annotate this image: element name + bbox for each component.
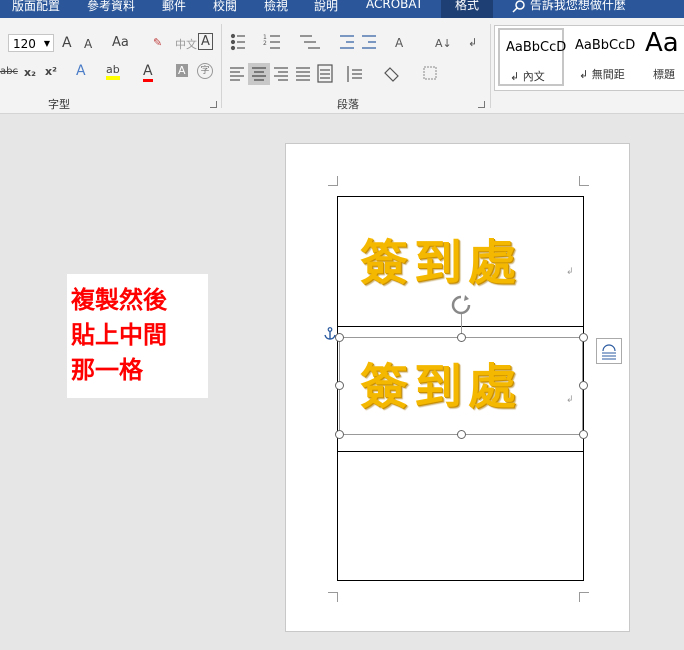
phonetic-guide-button[interactable]: 中文: [175, 36, 197, 52]
annotation-note: 複製然後 貼上中間 那一格: [67, 274, 208, 398]
text-direction-icon[interactable]: A: [395, 36, 404, 50]
style-sample: AaBbCcD: [506, 40, 567, 55]
line-spacing-icon[interactable]: [347, 66, 362, 82]
paragraph-tools: 12 A A↓ ↲: [230, 33, 477, 85]
change-case-button[interactable]: Aa: [112, 35, 129, 50]
clear-format-icon[interactable]: ✎: [153, 36, 162, 49]
highlight-button[interactable]: ab: [106, 63, 120, 80]
crop-mark: [328, 592, 338, 602]
shading-icon[interactable]: [384, 67, 399, 82]
crop-mark: [328, 176, 338, 186]
crop-mark: [579, 592, 589, 602]
sign-in-text[interactable]: 簽到處: [360, 223, 522, 293]
style-normal[interactable]: AaBbCcD ↲ 內文: [498, 28, 567, 86]
font-size-box[interactable]: 120 ▼: [8, 34, 54, 52]
paragraph-dialog-launcher[interactable]: [478, 101, 485, 108]
strikethrough-button[interactable]: abc: [0, 66, 18, 77]
align-left-icon[interactable]: [230, 67, 244, 81]
rotate-connector: [461, 314, 462, 334]
bullets-icon[interactable]: [230, 33, 246, 51]
svg-text:2: 2: [263, 40, 267, 47]
tab-review[interactable]: 校閱: [213, 0, 237, 14]
layout-options-icon: [602, 344, 616, 360]
tab-acrobat[interactable]: ACROBAT: [366, 0, 423, 11]
style-sample: AaBbCcD: [575, 38, 636, 53]
resize-handle[interactable]: [335, 381, 344, 390]
tab-help[interactable]: 說明: [314, 0, 338, 14]
numbering-icon[interactable]: 12: [263, 34, 280, 49]
note-line: 貼上中間: [71, 321, 167, 349]
ribbon: 120 ▼ A A Aa ✎ 中文 A abc x₂ x² A ab A A 字…: [0, 18, 684, 114]
font-dialog-launcher[interactable]: [210, 101, 217, 108]
table-cell[interactable]: [337, 451, 584, 581]
style-label: ↲ 內文: [510, 70, 545, 83]
resize-handle[interactable]: [579, 381, 588, 390]
ribbon-divider: [490, 24, 491, 108]
tell-me-text: 告訴我您想做什麼: [529, 0, 626, 12]
document-page[interactable]: 簽到處 ↲ 簽到處 ↲: [285, 143, 630, 632]
ribbon-divider: [221, 24, 222, 108]
crop-mark: [579, 176, 589, 186]
grow-font-button[interactable]: A: [62, 35, 72, 51]
multilevel-list-icon[interactable]: [300, 35, 320, 49]
increase-indent-icon[interactable]: [362, 35, 376, 49]
resize-handle[interactable]: [579, 333, 588, 342]
shrink-font-button[interactable]: A: [84, 37, 92, 51]
tab-mailings[interactable]: 郵件: [162, 0, 186, 14]
text-effects-button[interactable]: A: [76, 63, 86, 79]
anchor-icon: [324, 327, 336, 340]
style-no-spacing[interactable]: AaBbCcD ↲ 無間距: [569, 28, 639, 86]
borders-icon[interactable]: [423, 66, 437, 80]
ribbon-tab-bar: 版面配置 參考資料 郵件 校閱 檢視 說明 ACROBAT 格式 告訴我您想做什…: [0, 0, 684, 18]
tab-format[interactable]: 格式: [441, 0, 494, 18]
tab-references[interactable]: 參考資料: [87, 0, 135, 14]
resize-handle[interactable]: [335, 333, 344, 342]
tab-view[interactable]: 檢視: [264, 0, 288, 14]
rotate-handle-icon[interactable]: [450, 294, 472, 316]
search-icon: [512, 0, 525, 13]
selection-frame[interactable]: [335, 333, 588, 439]
note-line: 那一格: [71, 356, 143, 384]
align-right-icon[interactable]: [274, 67, 288, 81]
tell-me-search[interactable]: 告訴我您想做什麼: [512, 0, 626, 13]
paragraph-group-label: 段落: [337, 98, 359, 111]
sort-icon[interactable]: A↓: [435, 37, 452, 50]
distributed-icon[interactable]: [317, 64, 333, 83]
superscript-button[interactable]: x²: [45, 65, 57, 78]
style-label: 標題: [653, 68, 675, 81]
show-marks-icon[interactable]: ↲: [468, 36, 477, 49]
font-color-button[interactable]: A: [143, 63, 153, 82]
subscript-button[interactable]: x₂: [24, 66, 36, 79]
resize-handle[interactable]: [457, 430, 466, 439]
resize-handle[interactable]: [335, 430, 344, 439]
resize-handle[interactable]: [579, 430, 588, 439]
enclose-char-button[interactable]: 字: [197, 63, 213, 79]
resize-handle[interactable]: [457, 333, 466, 342]
note-line: 複製然後: [71, 286, 167, 314]
style-heading[interactable]: Aa 標題: [643, 28, 684, 86]
styles-gallery: AaBbCcD ↲ 內文 AaBbCcD ↲ 無間距 Aa 標題: [494, 25, 684, 91]
style-sample: Aa: [645, 28, 679, 58]
align-center-selected-bg: [248, 63, 270, 85]
char-border-button[interactable]: A: [198, 33, 213, 50]
style-label: ↲ 無間距: [579, 68, 625, 81]
layout-options-button[interactable]: [596, 338, 622, 364]
decrease-indent-icon[interactable]: [340, 35, 354, 49]
font-size-value: 120: [13, 37, 36, 51]
justify-icon[interactable]: [296, 67, 310, 81]
chevron-down-icon: ▼: [43, 39, 50, 48]
paragraph-mark: ↲: [566, 267, 574, 277]
tab-layout[interactable]: 版面配置: [12, 0, 60, 14]
font-group-label: 字型: [48, 98, 70, 111]
char-shading-button[interactable]: A: [176, 64, 188, 77]
